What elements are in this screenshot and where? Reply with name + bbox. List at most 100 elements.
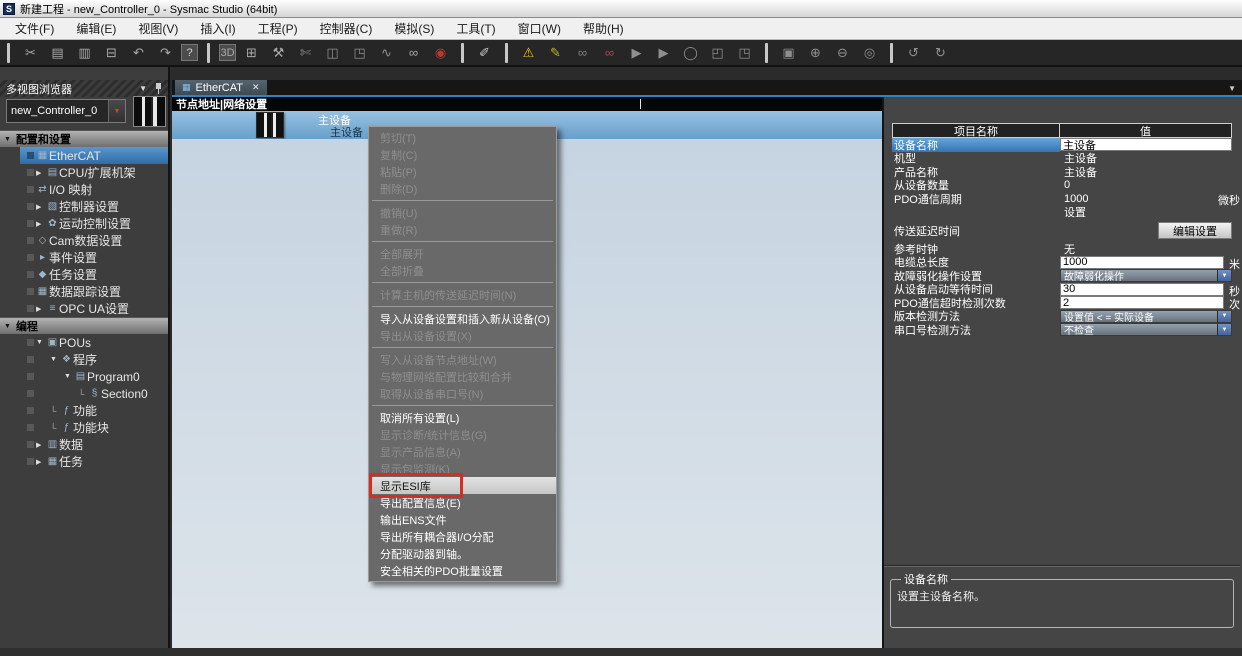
monitor-glasses-icon[interactable]: ∞ <box>571 42 594 63</box>
context-menu-item-撤销(U)[interactable]: 撤销(U) <box>369 204 556 221</box>
context-menu-item-导出从设备设置(X)[interactable]: 导出从设备设置(X) <box>369 327 556 344</box>
sidebar-item-控制器设置[interactable]: ▶▧控制器设置 <box>0 198 168 215</box>
rotate-ccw-icon[interactable]: ↺ <box>902 42 925 63</box>
controller-dropdown-icon[interactable]: ▼ <box>108 100 125 122</box>
build-icon[interactable]: ⚒ <box>267 42 290 63</box>
menu-item-1[interactable]: 编辑(E) <box>65 18 127 39</box>
zoom-in-icon[interactable]: ⊕ <box>804 42 827 63</box>
context-menu-item-复制(C)[interactable]: 复制(C) <box>369 146 556 163</box>
expanded-arrow-icon[interactable]: ▼ <box>36 339 46 346</box>
context-menu-item-显示包监测(K)[interactable]: 显示包监测(K) <box>369 460 556 477</box>
watch-window-icon[interactable]: ◫ <box>321 42 344 63</box>
sidebar-item-数据[interactable]: ▶▥数据 <box>0 436 168 453</box>
sidebar-item-功能块[interactable]: └ƒ功能块 <box>0 419 168 436</box>
menu-item-4[interactable]: 工程(P) <box>247 18 309 39</box>
tab-close-icon[interactable]: ✕ <box>252 82 260 93</box>
context-menu-item-输出ENS文件[interactable]: 输出ENS文件 <box>369 511 556 528</box>
context-menu-item-全部展开[interactable]: 全部展开 <box>369 245 556 262</box>
monitor-alert-icon[interactable]: ∞ <box>598 42 621 63</box>
screen2-icon[interactable]: ◳ <box>733 42 756 63</box>
PDO通信超时检测次数-input[interactable] <box>1060 296 1224 309</box>
sidebar-item-I/O 映射[interactable]: ⇄I/O 映射 <box>0 181 168 198</box>
故障弱化操作设置-dropdown[interactable]: 故障弱化操作▼ <box>1060 269 1232 282</box>
window-layout-icon[interactable]: ⊞ <box>240 42 263 63</box>
context-menu-item-取得从设备串口号(N)[interactable]: 取得从设备串口号(N) <box>369 385 556 402</box>
chevron-down-icon[interactable]: ▼ <box>139 84 147 93</box>
force-warning-icon[interactable]: ✎ <box>544 42 567 63</box>
controller-selector[interactable]: new_Controller_0 ▼ <box>6 99 126 123</box>
context-menu-item-粘贴(P)[interactable]: 粘贴(P) <box>369 163 556 180</box>
context-menu-item-与物理网络配置比较和合并[interactable]: 与物理网络配置比较和合并 <box>369 368 556 385</box>
expanded-arrow-icon[interactable]: ▼ <box>64 373 74 380</box>
sidebar-item-程序[interactable]: ▼❖程序 <box>0 351 168 368</box>
run-icon[interactable]: ▶ <box>625 42 648 63</box>
dropdown-arrow-icon[interactable]: ▼ <box>1217 311 1231 322</box>
watch-window2-icon[interactable]: ◳ <box>348 42 371 63</box>
view-3d-icon[interactable]: 3D <box>219 44 236 61</box>
io-map-icon[interactable]: ∿ <box>375 42 398 63</box>
版本检测方法-dropdown[interactable]: 设置值 < = 实际设备▼ <box>1060 310 1232 323</box>
sidebar-item-运动控制设置[interactable]: ▶✿运动控制设置 <box>0 215 168 232</box>
pin-icon[interactable] <box>155 83 162 94</box>
collapsed-arrow-icon[interactable]: ▶ <box>36 305 46 313</box>
edit-settings-button[interactable]: 编辑设置 <box>1158 222 1232 239</box>
step-icon[interactable]: ▶ <box>652 42 675 63</box>
tree-section-配置和设置[interactable]: ▼配置和设置 <box>0 130 168 147</box>
edit-mode-icon[interactable]: ✐ <box>473 42 496 63</box>
dropdown-arrow-icon[interactable]: ▼ <box>1217 270 1231 281</box>
context-menu-item-显示ESI库[interactable]: 显示ESI库 <box>369 477 556 494</box>
rotate-cw-icon[interactable]: ↻ <box>929 42 952 63</box>
undo-icon[interactable]: ↶ <box>127 42 150 63</box>
context-menu-item-安全相关的PDO批量设置[interactable]: 安全相关的PDO批量设置 <box>369 562 556 579</box>
copy-icon[interactable]: ▤ <box>46 42 69 63</box>
从设备启动等待时间-input[interactable] <box>1060 283 1224 296</box>
sidebar-item-功能[interactable]: └ƒ功能 <box>0 402 168 419</box>
sidebar-item-EtherCAT[interactable]: ▦EtherCAT <box>20 147 168 164</box>
context-menu-item-显示产品信息(A)[interactable]: 显示产品信息(A) <box>369 443 556 460</box>
context-menu-item-重做(R)[interactable]: 重做(R) <box>369 221 556 238</box>
sidebar-item-任务[interactable]: ▶▦任务 <box>0 453 168 470</box>
电缆总长度-input[interactable] <box>1060 256 1224 269</box>
context-menu-item-全部折叠[interactable]: 全部折叠 <box>369 262 556 279</box>
tree-section-编程[interactable]: ▼编程 <box>0 317 168 334</box>
sidebar-item-POUs[interactable]: ▼▣POUs <box>0 334 168 351</box>
cut-icon[interactable]: ✂ <box>19 42 42 63</box>
context-menu-item-删除(D)[interactable]: 删除(D) <box>369 180 556 197</box>
warning-icon[interactable]: ⚠ <box>517 42 540 63</box>
menu-item-8[interactable]: 窗口(W) <box>507 18 572 39</box>
menu-item-0[interactable]: 文件(F) <box>4 18 65 39</box>
sidebar-item-Cam数据设置[interactable]: ◇Cam数据设置 <box>0 232 168 249</box>
menu-item-3[interactable]: 插入(I) <box>189 18 246 39</box>
sidebar-item-Program0[interactable]: ▼▤Program0 <box>0 368 168 385</box>
context-menu-item-导出配置信息(E)[interactable]: 导出配置信息(E) <box>369 494 556 511</box>
context-menu-item-导入从设备设置和插入新从设备(O)[interactable]: 导入从设备设置和插入新从设备(O) <box>369 310 556 327</box>
sidebar-item-事件设置[interactable]: ▸事件设置 <box>0 249 168 266</box>
paste-icon[interactable]: ▥ <box>73 42 96 63</box>
sidebar-item-CPU/扩展机架[interactable]: ▶▤CPU/扩展机架 <box>0 164 168 181</box>
collapsed-arrow-icon[interactable]: ▶ <box>36 441 46 449</box>
dropdown-arrow-icon[interactable]: ▼ <box>1217 324 1231 335</box>
variable-icon[interactable]: ✄ <box>294 42 317 63</box>
sidebar-item-数据跟踪设置[interactable]: ▦数据跟踪设置 <box>0 283 168 300</box>
sync-icon[interactable]: ◯ <box>679 42 702 63</box>
collapsed-arrow-icon[interactable]: ▶ <box>36 203 46 211</box>
search-icon[interactable]: ∞ <box>402 42 425 63</box>
context-menu-item-导出所有耦合器I/O分配[interactable]: 导出所有耦合器I/O分配 <box>369 528 556 545</box>
sidebar-item-任务设置[interactable]: ◆任务设置 <box>0 266 168 283</box>
redo-icon[interactable]: ↷ <box>154 42 177 63</box>
collapsed-arrow-icon[interactable]: ▶ <box>36 458 46 466</box>
selection-frame-icon[interactable]: ▣ <box>777 42 800 63</box>
context-menu-item-分配驱动器到轴。[interactable]: 分配驱动器到轴。 <box>369 545 556 562</box>
sidebar-item-Section0[interactable]: └§Section0 <box>0 385 168 402</box>
menu-item-6[interactable]: 模拟(S) <box>383 18 445 39</box>
sidebar-item-OPC UA设置[interactable]: ▶≡OPC UA设置 <box>0 300 168 317</box>
delete-icon[interactable]: ⊟ <box>100 42 123 63</box>
zoom-out-icon[interactable]: ⊖ <box>831 42 854 63</box>
menu-item-2[interactable]: 视图(V) <box>127 18 189 39</box>
tab-overflow-icon[interactable]: ▼ <box>1228 84 1236 93</box>
context-menu-item-剪切(T)[interactable]: 剪切(T) <box>369 129 556 146</box>
troubleshoot-icon[interactable]: ◉ <box>429 42 452 63</box>
expanded-arrow-icon[interactable]: ▼ <box>50 356 60 363</box>
collapsed-arrow-icon[interactable]: ▶ <box>36 220 46 228</box>
menu-item-5[interactable]: 控制器(C) <box>309 18 384 39</box>
